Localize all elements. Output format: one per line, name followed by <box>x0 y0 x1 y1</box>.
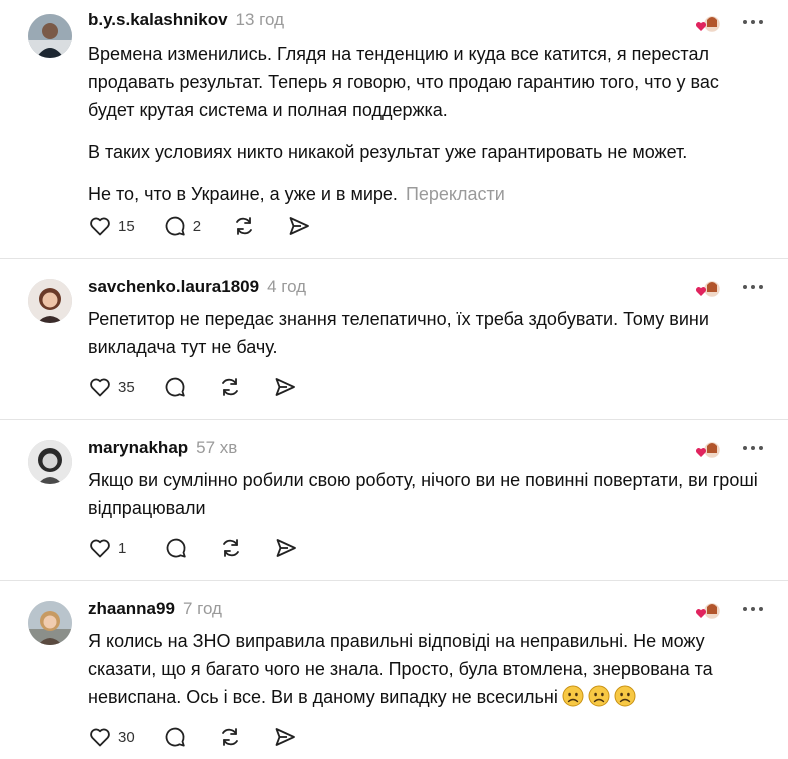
translate-link[interactable]: Перекласти <box>406 184 505 204</box>
liked-by-icon[interactable] <box>694 440 722 460</box>
heart-icon <box>90 378 110 397</box>
like-button[interactable]: 15 <box>88 212 135 240</box>
worried-face-icon <box>588 685 610 707</box>
post-paragraph: Я колись на ЗНО виправила правильні відп… <box>88 627 768 711</box>
like-count: 1 <box>118 539 127 557</box>
post-text: Времена изменились. Глядя на тенденцию и… <box>88 40 768 222</box>
more-options-icon[interactable] <box>738 277 768 297</box>
action-bar: 1 <box>88 534 298 562</box>
timestamp[interactable]: 4 год <box>267 277 306 297</box>
liked-by-icon[interactable] <box>694 279 722 299</box>
like-count: 35 <box>118 378 135 396</box>
comment-icon <box>165 377 185 397</box>
send-icon <box>275 378 295 396</box>
like-button[interactable]: 1 <box>88 534 126 562</box>
post-text: Я колись на ЗНО виправила правильні відп… <box>88 627 768 725</box>
more-options-icon[interactable] <box>738 599 768 619</box>
send-icon <box>276 539 297 557</box>
avatar[interactable] <box>28 279 72 323</box>
username[interactable]: b.y.s.kalashnikov <box>88 10 228 30</box>
timestamp[interactable]: 7 год <box>183 599 222 619</box>
post-paragraph: Репетитор не передає знання телепатично,… <box>88 309 709 357</box>
comment-icon <box>165 216 185 236</box>
repost-button[interactable] <box>231 212 257 240</box>
post-text: Якщо ви сумлінно робили свою роботу, ніч… <box>88 466 768 536</box>
post-header: b.y.s.kalashnikov 13 год <box>88 10 284 36</box>
username[interactable]: savchenko.laura1809 <box>88 277 259 297</box>
avatar[interactable] <box>28 440 72 484</box>
action-bar: 35 <box>88 373 297 401</box>
like-button[interactable]: 35 <box>88 373 135 401</box>
send-icon <box>289 217 309 235</box>
comment-icon <box>166 538 187 558</box>
worried-face-icon <box>614 685 636 707</box>
comment-icon <box>165 727 185 747</box>
share-button[interactable] <box>274 534 298 562</box>
username[interactable]: marynakhap <box>88 438 188 458</box>
avatar[interactable] <box>28 14 72 58</box>
avatar[interactable] <box>28 601 72 645</box>
share-button[interactable] <box>273 723 297 751</box>
repost-icon <box>221 728 238 746</box>
post-card: marynakhap 57 хв Якщо ви сумлінно робили… <box>0 420 788 580</box>
post-card: savchenko.laura1809 4 год Репетитор не п… <box>0 259 788 419</box>
action-bar: 15 2 <box>88 212 311 240</box>
liked-by-icon[interactable] <box>694 601 722 621</box>
more-options-icon[interactable] <box>738 12 768 32</box>
post-paragraph: Времена изменились. Глядя на тенденцию и… <box>88 44 719 120</box>
post-paragraph: В таких условиях никто никакой результат… <box>88 142 688 162</box>
post-paragraph-text: Не то, что в Украине, а уже и в мире. <box>88 184 398 204</box>
like-count: 30 <box>118 728 135 746</box>
worried-face-icon <box>562 685 584 707</box>
heart-icon <box>90 728 110 747</box>
post-text: Репетитор не передає знання телепатично,… <box>88 305 768 375</box>
heart-icon <box>90 217 110 236</box>
repost-icon <box>223 539 240 557</box>
action-bar: 30 <box>88 723 297 751</box>
post-card: zhaanna99 7 год Я колись на ЗНО виправил… <box>0 581 788 759</box>
repost-button[interactable] <box>218 534 244 562</box>
post-header: marynakhap 57 хв <box>88 438 237 464</box>
post-header: zhaanna99 7 год <box>88 599 222 625</box>
share-button[interactable] <box>273 373 297 401</box>
reply-button[interactable] <box>164 534 188 562</box>
post-paragraph: Якщо ви сумлінно робили свою роботу, ніч… <box>88 470 758 518</box>
post-card: b.y.s.kalashnikov 13 год Времена изменил… <box>0 0 788 258</box>
repost-icon <box>221 378 238 396</box>
username[interactable]: zhaanna99 <box>88 599 175 619</box>
more-options-icon[interactable] <box>738 438 768 458</box>
reply-button[interactable]: 2 <box>163 212 201 240</box>
reply-count: 2 <box>192 217 202 235</box>
heart-icon <box>90 539 110 558</box>
share-button[interactable] <box>287 212 311 240</box>
reply-button[interactable] <box>163 373 187 401</box>
timestamp[interactable]: 13 год <box>236 10 284 30</box>
repost-icon <box>236 217 252 235</box>
reply-button[interactable] <box>163 723 187 751</box>
like-button[interactable]: 30 <box>88 723 135 751</box>
post-header: savchenko.laura1809 4 год <box>88 277 306 303</box>
liked-by-icon[interactable] <box>694 14 722 34</box>
send-icon <box>275 728 295 746</box>
like-count: 15 <box>118 217 135 235</box>
repost-button[interactable] <box>217 723 243 751</box>
repost-button[interactable] <box>217 373 243 401</box>
replies-feed: b.y.s.kalashnikov 13 год Времена изменил… <box>0 0 788 759</box>
timestamp[interactable]: 57 хв <box>196 438 237 458</box>
post-paragraph: Не то, что в Украине, а уже и в мире. Пер… <box>88 180 768 208</box>
